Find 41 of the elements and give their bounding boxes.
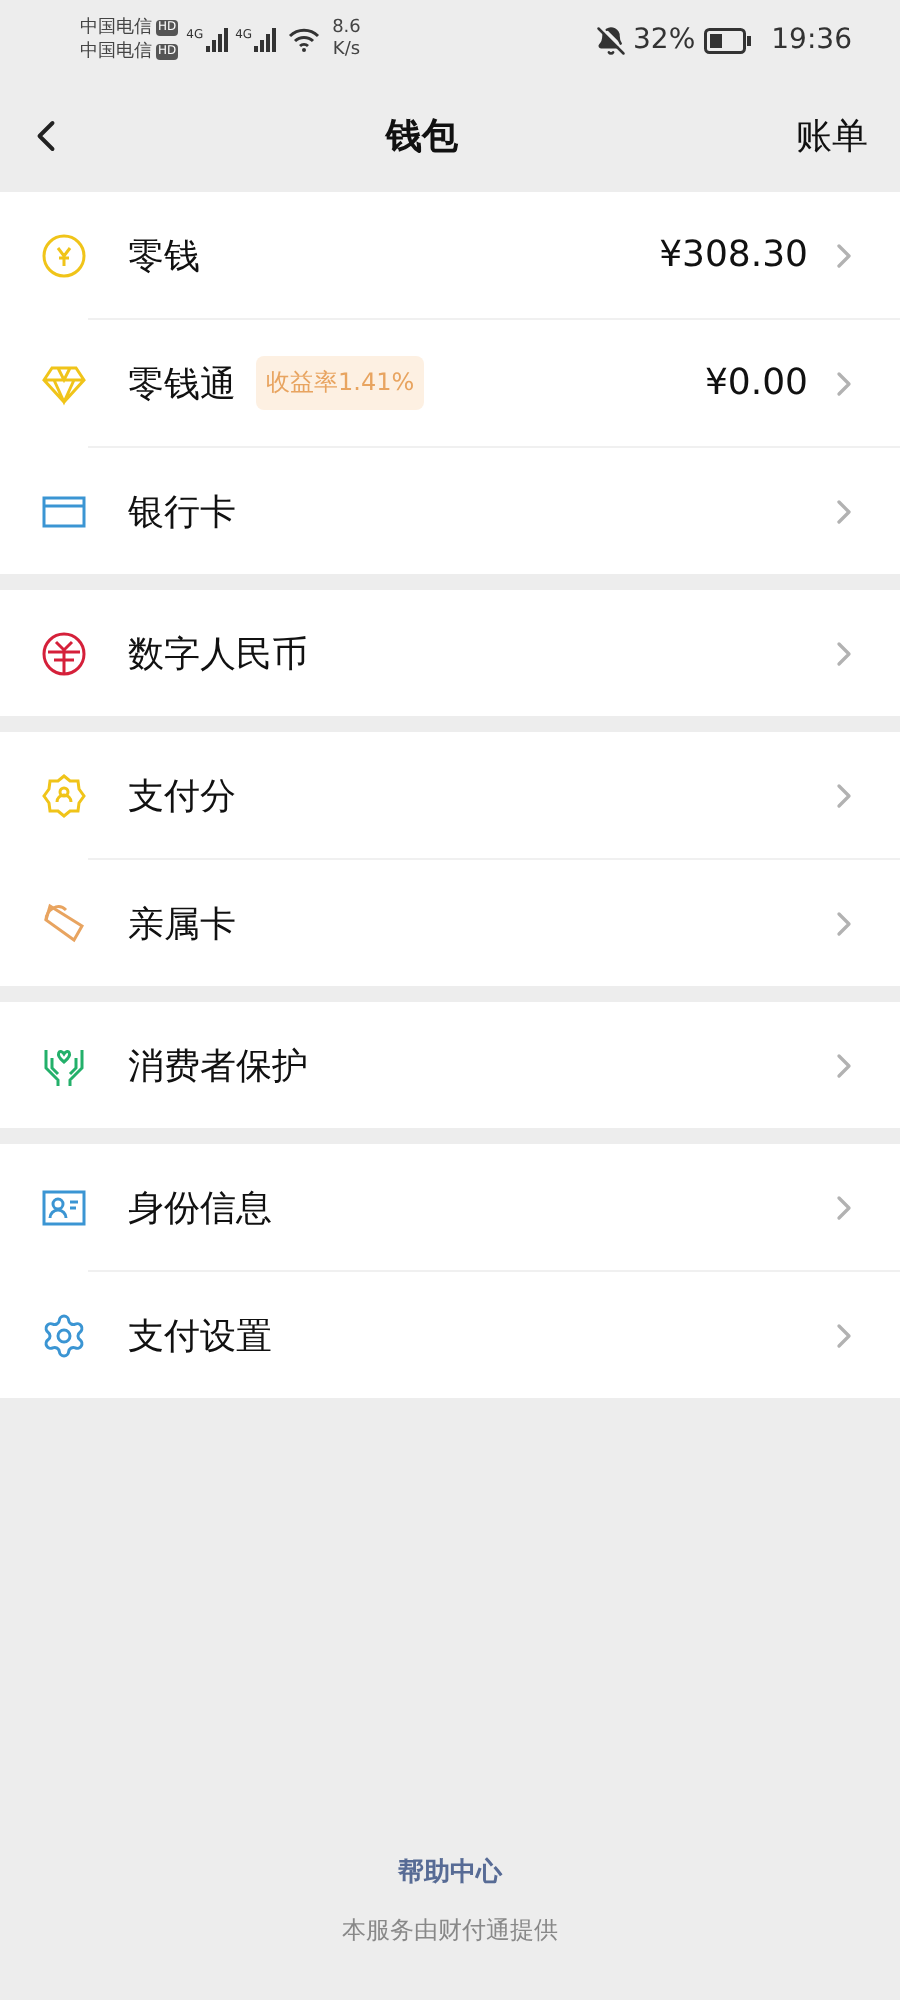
- menu-row[interactable]: 身份信息: [0, 1144, 900, 1270]
- menu-row[interactable]: 数字人民币: [0, 590, 900, 716]
- menu-label: 身份信息: [128, 1185, 272, 1231]
- menu-label: 消费者保护: [128, 1043, 308, 1089]
- signal-icon: [252, 28, 277, 52]
- carrier-name: 中国电信: [80, 17, 152, 39]
- menu-row[interactable]: 支付设置: [88, 1270, 900, 1398]
- battery-percent: 32%: [633, 24, 696, 56]
- menu-row[interactable]: 亲属卡: [88, 858, 900, 986]
- wifi-icon: [288, 28, 321, 52]
- service-note: 本服务由财付通提供: [342, 1914, 558, 1948]
- bell-off-icon: [595, 25, 626, 55]
- menu-row[interactable]: 零钱 ¥308.30: [0, 192, 900, 318]
- menu-label: 零钱通: [128, 361, 236, 407]
- rate-tag: 收益率1.41%: [256, 356, 425, 410]
- speed-unit: K/s: [332, 40, 361, 62]
- page-title: 钱包: [383, 114, 460, 160]
- balance-value: ¥0.00: [704, 362, 808, 404]
- settings-icon: [40, 1311, 88, 1359]
- menu-row[interactable]: 消费者保护: [0, 1002, 900, 1128]
- yen-coin-icon: [40, 231, 88, 279]
- menu-label: 零钱: [128, 233, 200, 279]
- clock: 19:36: [771, 24, 852, 56]
- currency-icon: [40, 629, 88, 677]
- badge-icon: [40, 771, 88, 819]
- battery-icon: [703, 27, 752, 53]
- menu-row[interactable]: 支付分: [0, 732, 900, 858]
- signal-icon: [203, 28, 228, 52]
- carrier-name: 中国电信: [80, 41, 152, 63]
- speed-value: 8.6: [332, 18, 361, 40]
- menu-label: 银行卡: [128, 489, 236, 535]
- menu-row[interactable]: 零钱通 收益率1.41% ¥0.00: [88, 318, 900, 446]
- help-center-link[interactable]: 帮助中心: [398, 1854, 502, 1890]
- bill-button[interactable]: 账单: [796, 112, 868, 160]
- balance-value: ¥308.30: [659, 234, 808, 276]
- menu-label: 支付设置: [128, 1313, 272, 1359]
- menu-label: 数字人民币: [128, 631, 308, 677]
- menu-label: 支付分: [128, 773, 236, 819]
- tilted-card-icon: [40, 899, 88, 947]
- menu-label: 亲属卡: [128, 901, 236, 947]
- menu-row[interactable]: 银行卡: [88, 446, 900, 574]
